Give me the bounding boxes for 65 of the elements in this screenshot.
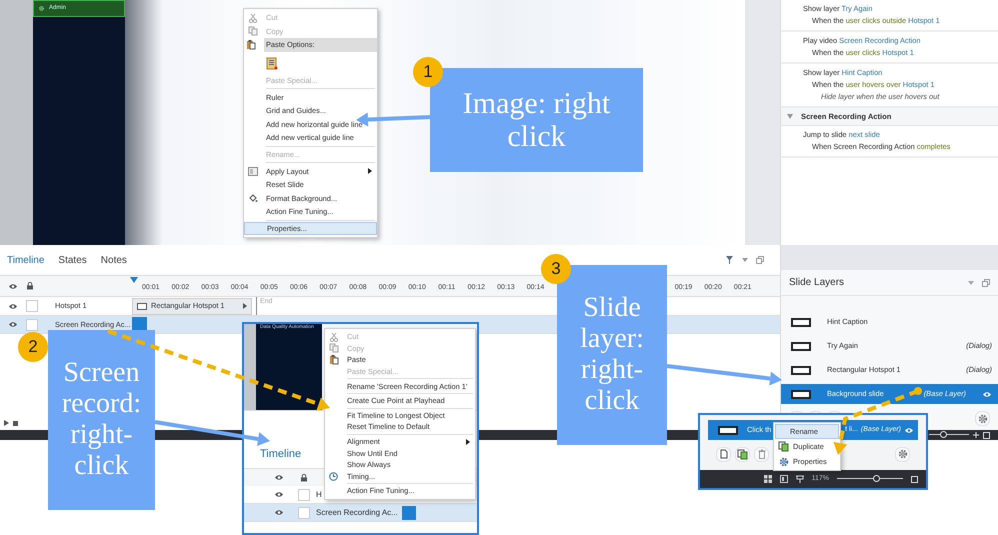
- checkbox[interactable]: [26, 318, 38, 330]
- tool-button[interactable]: [716, 446, 731, 462]
- restore-icon[interactable]: [982, 278, 990, 286]
- new-page-icon[interactable]: [720, 449, 728, 459]
- zoom-slider[interactable]: [929, 430, 969, 440]
- layer-thumbnail: [791, 318, 811, 326]
- caret-icon[interactable]: [243, 303, 247, 309]
- zoom-slider[interactable]: [837, 474, 903, 484]
- copy-icon: [329, 343, 339, 354]
- timeline-tab[interactable]: Timeline: [0, 246, 52, 274]
- timeline-tab[interactable]: States: [51, 246, 94, 274]
- timeline-tab[interactable]: Timeline: [260, 444, 302, 464]
- paste-icon: [329, 354, 339, 366]
- layer-name: H: [316, 488, 322, 500]
- eye-icon[interactable]: [904, 426, 914, 434]
- filter-icon[interactable]: [725, 255, 734, 265]
- submenu-arrow-icon: [466, 438, 470, 445]
- layer-thumbnail: [791, 342, 811, 350]
- copy-icon: [248, 26, 258, 36]
- checkbox[interactable]: [26, 300, 38, 312]
- clipboard-icon: [266, 56, 278, 70]
- gear-icon[interactable]: [38, 5, 45, 12]
- checkbox[interactable]: [298, 488, 310, 500]
- layer-thumbnail: [791, 366, 811, 374]
- slide-view-icon[interactable]: [780, 475, 788, 483]
- timeline-row[interactable]: Screen Recording Ac...: [244, 504, 477, 522]
- presenter-icon[interactable]: [796, 475, 804, 483]
- paint-bucket-icon: [248, 193, 258, 204]
- callout-box: Image: right click: [430, 68, 643, 172]
- duplicate-icon[interactable]: [778, 441, 789, 452]
- playhead-icon: [130, 277, 138, 283]
- eye-icon[interactable]: [274, 474, 284, 481]
- restore-icon[interactable]: [756, 256, 764, 264]
- timeline-tab[interactable]: Notes: [94, 246, 134, 274]
- callout-box: Screen record: right-click: [48, 330, 155, 510]
- scissors-icon: [329, 332, 339, 342]
- panel-title: Slide Layers: [789, 276, 844, 290]
- submenu-arrow-icon: [368, 168, 372, 174]
- gear-icon[interactable]: [778, 456, 790, 468]
- fit-screen-icon[interactable]: [911, 476, 918, 482]
- eye-icon[interactable]: [982, 390, 992, 398]
- layer-thumbnail: [718, 426, 738, 434]
- play-icon[interactable]: [4, 420, 9, 426]
- plus-icon[interactable]: [973, 432, 979, 438]
- paste-icon: [246, 39, 256, 50]
- grid-view-icon[interactable]: [764, 475, 772, 483]
- trash-icon[interactable]: [758, 449, 766, 459]
- clock-icon: [329, 472, 338, 481]
- rectangle-icon: [137, 302, 147, 310]
- caret-icon[interactable]: [787, 114, 793, 120]
- clip-block: [402, 506, 416, 520]
- eye-icon[interactable]: [8, 321, 18, 328]
- caret-icon[interactable]: [742, 258, 748, 262]
- layout-icon: [248, 166, 258, 176]
- eye-icon[interactable]: [8, 282, 18, 290]
- fit-screen-icon[interactable]: [983, 432, 990, 438]
- lock-icon: [300, 474, 308, 482]
- layer-thumbnail: [791, 390, 811, 398]
- lock-icon: [26, 282, 34, 290]
- scissors-icon: [248, 12, 258, 23]
- eye-icon[interactable]: [274, 491, 284, 498]
- eye-icon[interactable]: [274, 509, 284, 516]
- eye-icon[interactable]: [8, 302, 18, 310]
- checkbox[interactable]: [298, 506, 310, 518]
- layer-name: Screen Recording Ac...: [316, 506, 398, 518]
